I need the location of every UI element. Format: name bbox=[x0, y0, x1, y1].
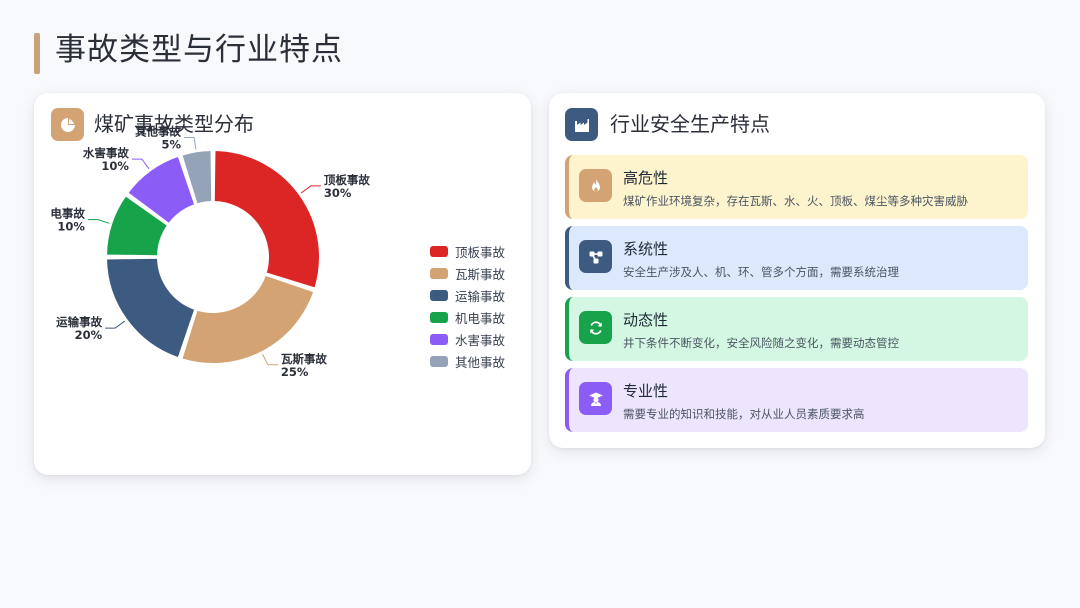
feature-description: 煤矿作业环境复杂，存在瓦斯、水、火、顶板、煤尘等多种灾害威胁 bbox=[623, 194, 968, 208]
slice-name-label: 其他事故 bbox=[135, 124, 181, 138]
slice-name-label: 瓦斯事故 bbox=[281, 352, 327, 366]
legend-label: 水害事故 bbox=[455, 332, 506, 348]
legend-label: 其他事故 bbox=[455, 354, 506, 370]
slice-value-label: 30% bbox=[324, 186, 352, 200]
legend-item[interactable]: 机电事故 bbox=[430, 308, 505, 326]
page-title: 事故类型与行业特点 bbox=[55, 32, 343, 68]
legend-item[interactable]: 运输事故 bbox=[430, 286, 505, 304]
legend-item[interactable]: 水害事故 bbox=[430, 330, 505, 348]
legend-label: 机电事故 bbox=[455, 310, 506, 326]
title-accent-bar bbox=[34, 33, 40, 74]
feature-title: 高危性 bbox=[623, 169, 669, 187]
slice-value-label: 10% bbox=[57, 220, 85, 234]
feature-description: 井下条件不断变化，安全风险随之变化，需要动态管控 bbox=[623, 336, 899, 350]
feature-title: 动态性 bbox=[623, 311, 669, 329]
donut-slice[interactable] bbox=[105, 256, 197, 360]
feature-item-systemic: 系统性 安全生产涉及人、机、环、管多个方面，需要系统治理 bbox=[565, 226, 1028, 290]
label-leader-line bbox=[300, 185, 321, 194]
legend-swatch bbox=[430, 267, 448, 279]
donut-chart: 顶板事故30%瓦斯事故25%运输事故20%电事故10%水害事故10%其他事故5% bbox=[50, 124, 370, 379]
features-card-title: 行业安全生产特点 bbox=[610, 112, 770, 136]
slice-name-label: 运输事故 bbox=[56, 315, 102, 329]
legend-swatch bbox=[430, 355, 448, 367]
slice-name-label: 电事故 bbox=[50, 207, 85, 221]
legend-swatch bbox=[430, 289, 448, 301]
feature-title: 系统性 bbox=[623, 240, 669, 258]
feature-description: 需要专业的知识和技能，对从业人员素质要求高 bbox=[623, 407, 865, 421]
legend-swatch bbox=[430, 311, 448, 323]
legend-item[interactable]: 顶板事故 bbox=[430, 242, 505, 260]
label-leader-line bbox=[105, 320, 126, 329]
legend-swatch bbox=[430, 245, 448, 257]
feature-item-professional: 专业性 需要专业的知识和技能，对从业人员素质要求高 bbox=[565, 368, 1028, 432]
label-leader-line bbox=[262, 353, 278, 366]
legend-label: 瓦斯事故 bbox=[455, 266, 506, 282]
slice-value-label: 10% bbox=[101, 159, 129, 173]
feature-description: 安全生产涉及人、机、环、管多个方面，需要系统治理 bbox=[623, 265, 899, 279]
legend-label: 顶板事故 bbox=[455, 244, 506, 260]
slice-value-label: 5% bbox=[162, 137, 182, 151]
accident-type-card: 煤矿事故类型分布 顶板事故 30% 瓦斯事故 25% 运输事故 20% 电事故 10% 水害事故… bbox=[34, 93, 531, 475]
industry-features-card: 行业安全生产特点 高危性 煤矿作业环境复杂，存在瓦斯、水、火、顶板、煤尘等多种灾… bbox=[549, 93, 1045, 448]
slice-value-label: 25% bbox=[281, 365, 309, 379]
factory-icon bbox=[565, 108, 598, 141]
slice-name-label: 顶板事故 bbox=[324, 173, 370, 187]
donut-slice[interactable] bbox=[180, 273, 316, 365]
label-leader-line bbox=[184, 136, 197, 150]
network-icon bbox=[579, 240, 612, 273]
legend-item[interactable]: 其他事故 bbox=[430, 352, 505, 370]
feature-item-dynamic: 动态性 井下条件不断变化，安全风险随之变化，需要动态管控 bbox=[565, 297, 1028, 361]
fire-icon bbox=[579, 169, 612, 202]
graduate-icon bbox=[579, 382, 612, 415]
legend-swatch bbox=[430, 333, 448, 345]
refresh-icon bbox=[579, 311, 612, 344]
legend-item[interactable]: 瓦斯事故 bbox=[430, 264, 505, 282]
slice-name-label: 水害事故 bbox=[83, 146, 129, 160]
feature-item-high-risk: 高危性 煤矿作业环境复杂，存在瓦斯、水、火、顶板、煤尘等多种灾害威胁 bbox=[565, 155, 1028, 219]
label-leader-line bbox=[131, 158, 150, 170]
feature-title: 专业性 bbox=[623, 382, 669, 400]
donut-slice[interactable] bbox=[212, 149, 321, 290]
label-leader-line bbox=[87, 219, 110, 224]
legend-label: 运输事故 bbox=[455, 288, 506, 304]
slice-value-label: 20% bbox=[75, 328, 103, 342]
